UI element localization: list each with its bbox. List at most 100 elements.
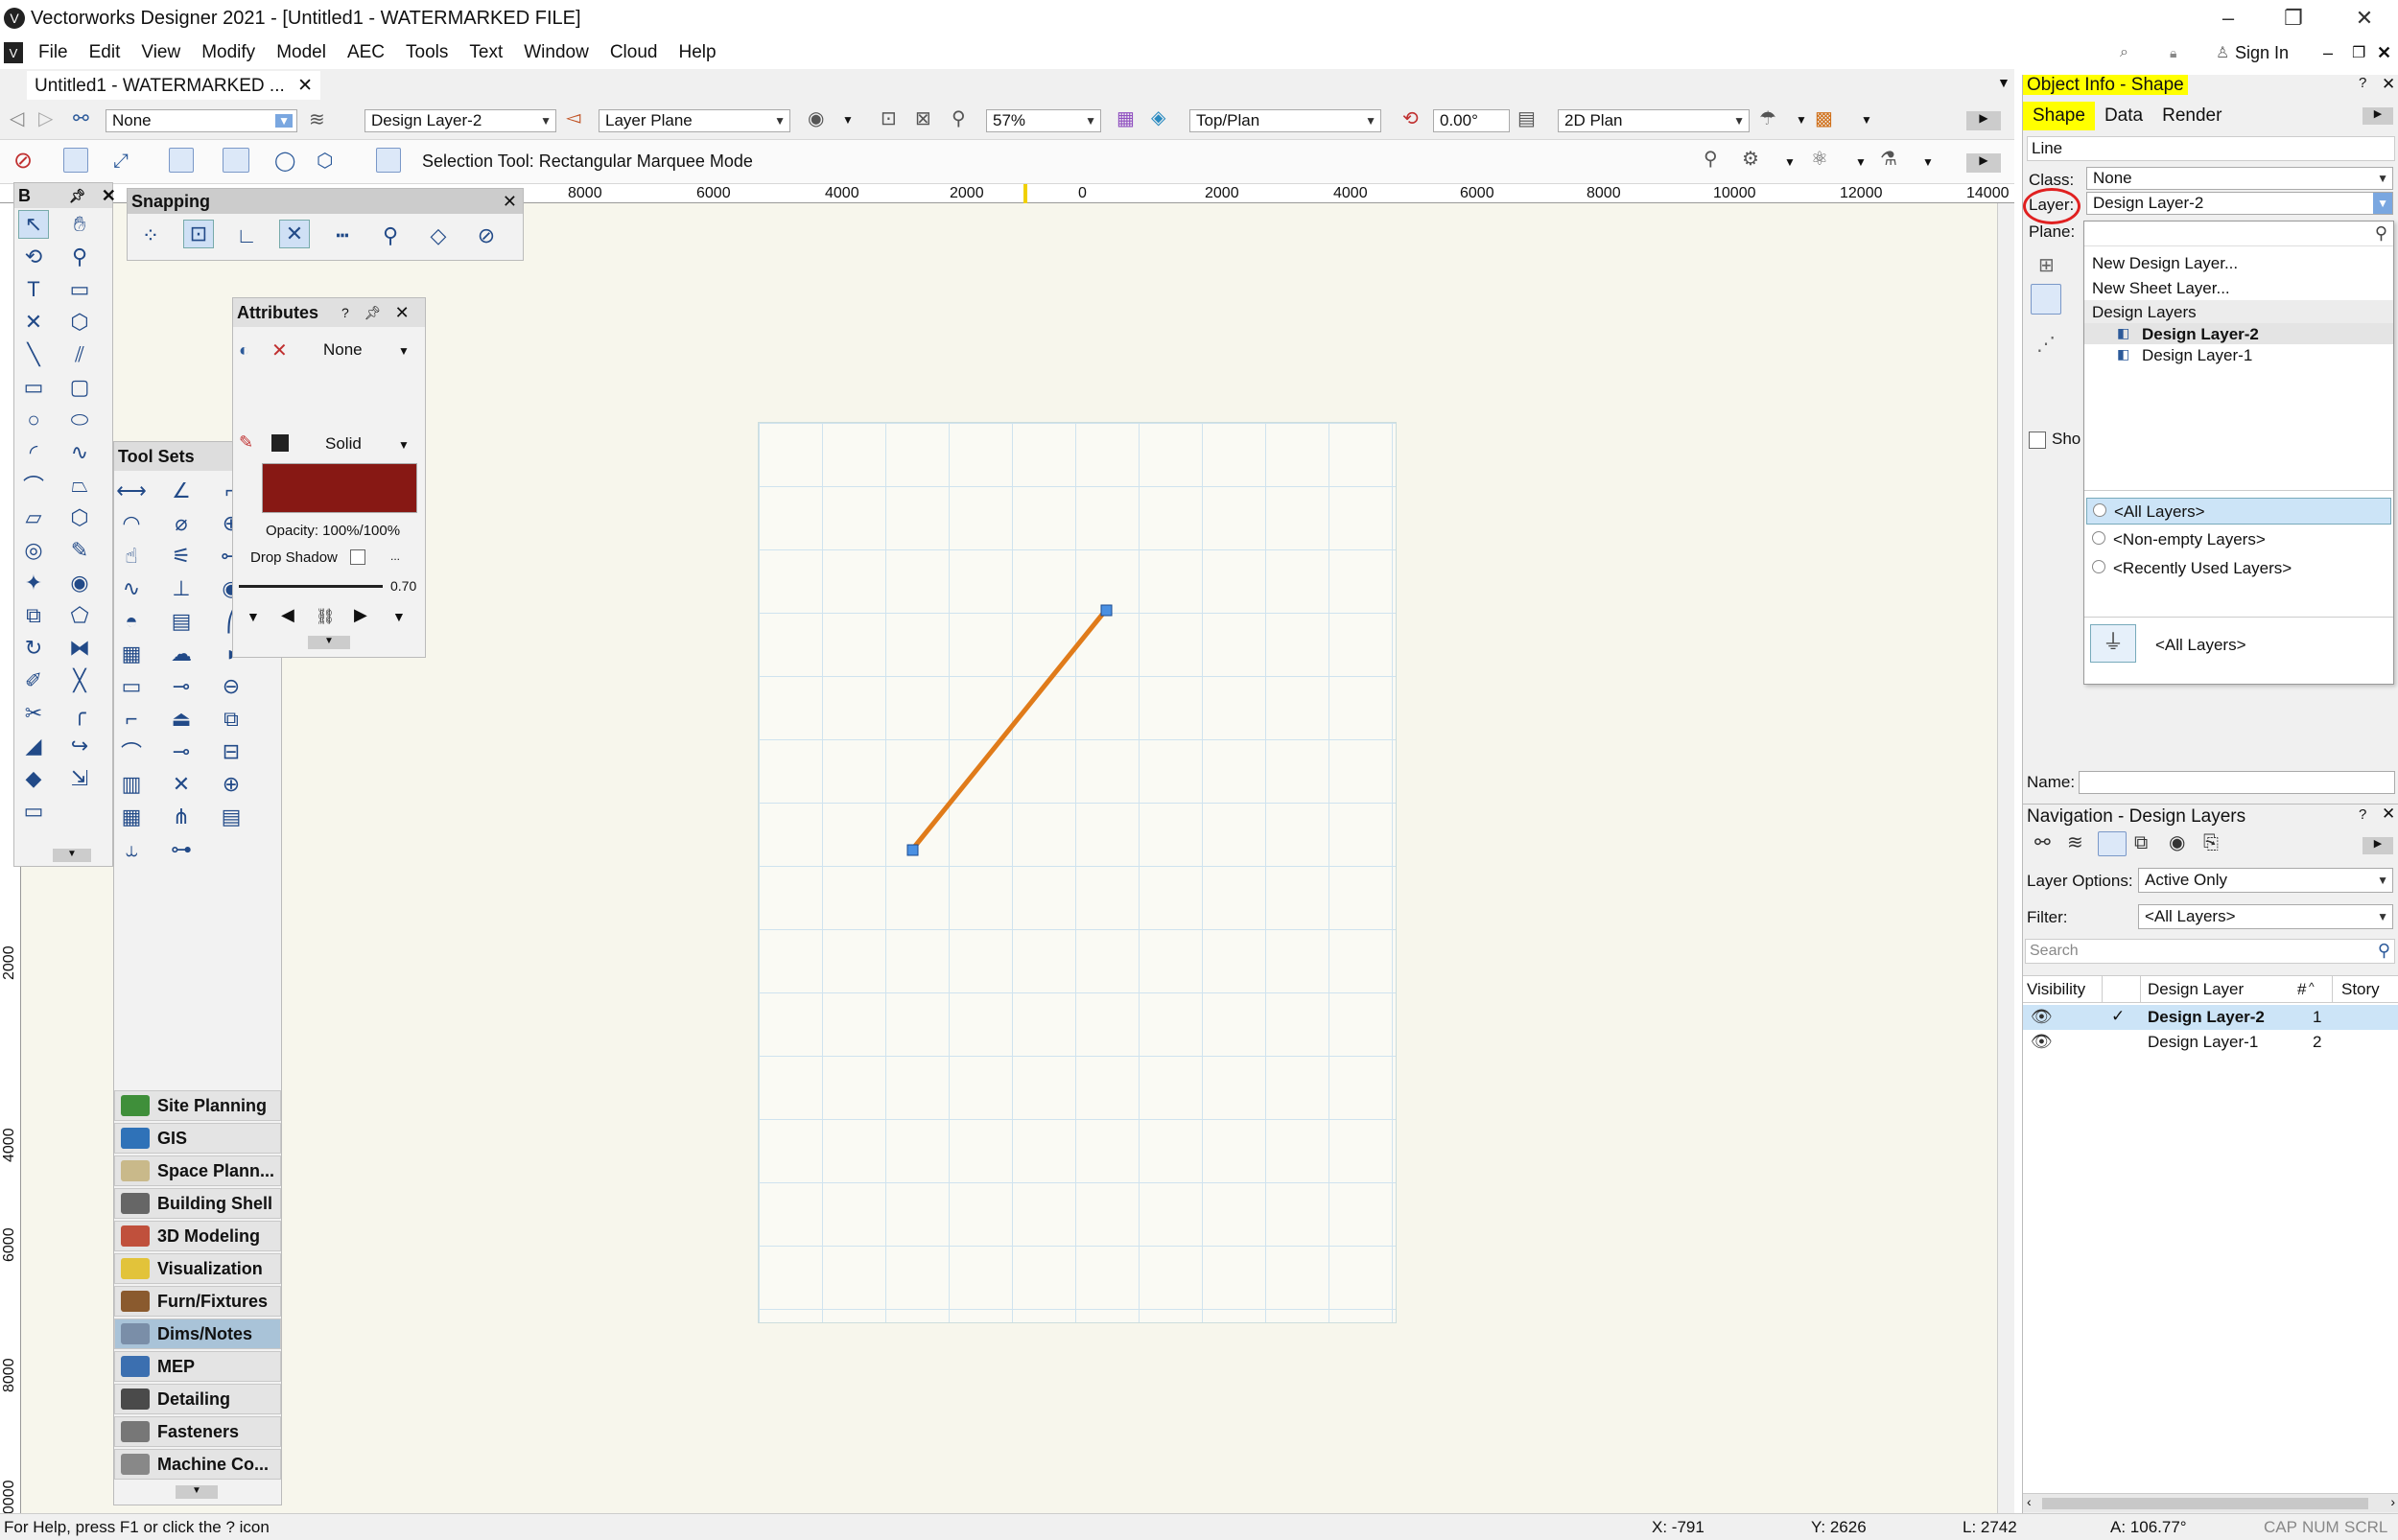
arc-length-tool-icon[interactable]: ◠ xyxy=(116,509,147,538)
legend-tool-icon[interactable]: ▤ xyxy=(216,803,247,831)
drawing-label-tool-icon[interactable]: ▭ xyxy=(116,672,147,701)
doc-minimize-button[interactable]: – xyxy=(2323,43,2333,63)
layer-options-dropdown[interactable]: Active Only ▼ xyxy=(2138,868,2393,893)
menu-edit[interactable]: Edit xyxy=(89,42,121,63)
render-mode-icon[interactable]: ▤ xyxy=(1517,109,1536,128)
toolset-furn-fixtures[interactable]: Furn/Fixtures xyxy=(114,1286,281,1317)
selection-tool-icon[interactable]: ↖ xyxy=(18,210,49,239)
mode-bar-expand-button[interactable]: ▶ xyxy=(1966,153,2001,173)
graphics-arrow-icon[interactable]: ▼ xyxy=(1861,113,1872,127)
pen-icon[interactable]: ✎ xyxy=(239,432,253,453)
table-row[interactable]: 👁︎ ✓ Design Layer-2 1 xyxy=(2023,1005,2398,1030)
menu-model[interactable]: Model xyxy=(276,42,326,63)
vertical-scrollbar[interactable] xyxy=(1997,203,2014,1513)
design-layers-tab-icon[interactable]: ≋ xyxy=(2067,833,2083,852)
filter-settings-icon[interactable]: ⏚ xyxy=(2090,624,2136,663)
drop-shadow-checkbox[interactable] xyxy=(350,549,365,565)
note-tool-icon[interactable]: ▤ xyxy=(166,607,197,636)
layer-item-design-layer-1[interactable]: ◧ Design Layer-1 xyxy=(2084,344,2393,365)
snap-to-angle-icon[interactable]: ∟ xyxy=(231,222,262,250)
lasso-icon[interactable]: ◯ xyxy=(274,152,295,171)
flyover-tool-icon[interactable]: ⟲ xyxy=(18,243,49,271)
split-tool-icon[interactable]: ✐ xyxy=(18,666,49,695)
plane-icon[interactable]: ◅ xyxy=(566,108,580,128)
minimize-button[interactable]: – xyxy=(2195,0,2262,36)
level-tool-icon[interactable]: ⊥ xyxy=(166,574,197,603)
column-number[interactable]: # xyxy=(2297,980,2306,999)
toolsets-expand-button[interactable]: ▼ xyxy=(176,1485,218,1499)
selection-mode-1-button[interactable] xyxy=(63,148,88,173)
line-tool-icon[interactable]: ╲ xyxy=(18,340,49,369)
rotate-plan-icon[interactable]: ⟲ xyxy=(1402,109,1419,128)
callout-box-tool-icon[interactable]: ⧉ xyxy=(216,705,247,734)
trim-tool-icon[interactable]: ✂︎ xyxy=(18,699,49,728)
reference-marker-tool-icon[interactable]: ⊸ xyxy=(166,672,197,701)
origin-icon[interactable]: ⊞ xyxy=(2038,253,2055,277)
visible-eye-icon[interactable]: 👁︎ xyxy=(2031,1007,2053,1027)
spiral-tool-icon[interactable]: ◎ xyxy=(18,536,49,565)
section-line-tool-icon[interactable]: ⥿ xyxy=(116,835,147,864)
tolerance-tool-icon[interactable]: ⊟ xyxy=(216,737,247,766)
new-design-layer-item[interactable]: New Design Layer... xyxy=(2092,254,2238,273)
view-dropdown[interactable]: Top/Plan ▼ xyxy=(1189,109,1381,132)
snap-settings-icon[interactable]: ⚛ xyxy=(1811,150,1828,169)
filter-recently-used-layers[interactable]: <Recently Used Layers> xyxy=(2086,555,2391,582)
help-icon[interactable]: ? xyxy=(2359,75,2366,91)
menu-aec[interactable]: AEC xyxy=(347,42,385,63)
scroll-left-icon[interactable]: ‹ xyxy=(2027,1494,2032,1509)
double-line-polygon-tool-icon[interactable]: ⏥ xyxy=(18,503,49,532)
menu-cloud[interactable]: Cloud xyxy=(610,42,658,63)
crosshair-tool-icon[interactable]: ✕ xyxy=(166,770,197,799)
circle-tool-icon[interactable]: ○ xyxy=(18,406,49,434)
menu-tools[interactable]: Tools xyxy=(406,42,448,63)
rotate-tool-icon[interactable]: ↻ xyxy=(18,634,49,663)
help-icon[interactable]: ? xyxy=(341,305,349,320)
connect-tool-icon[interactable]: ╳ xyxy=(64,666,95,695)
object-info-expand-button[interactable]: ▶ xyxy=(2363,107,2393,125)
rectangle-tool-icon[interactable]: ▭ xyxy=(18,373,49,402)
layer-dropdown[interactable]: Design Layer-2 ▼ xyxy=(364,109,556,132)
detail-tool-icon[interactable]: ⌒ xyxy=(116,737,147,766)
menu-help[interactable]: Help xyxy=(678,42,716,63)
restore-button[interactable]: ❐ xyxy=(2260,0,2327,36)
search-icon[interactable]: ⌕ xyxy=(2120,44,2128,61)
render-mode-dropdown[interactable]: 2D Plan ▼ xyxy=(1558,109,1750,132)
toolset-machine-components[interactable]: Machine Co... xyxy=(114,1449,281,1480)
menu-text[interactable]: Text xyxy=(469,42,503,63)
pen-style-arrow-icon[interactable]: ▼ xyxy=(398,438,410,452)
scroll-right-icon[interactable]: › xyxy=(2390,1494,2395,1509)
saved-views-tab-icon[interactable]: ◉ xyxy=(2169,833,2185,852)
visible-eye-icon[interactable]: 👁︎ xyxy=(2031,1032,2053,1052)
references-tab-icon[interactable]: ⎘ xyxy=(2203,833,2219,852)
new-sheet-layer-item[interactable]: New Sheet Layer... xyxy=(2092,279,2230,298)
tab-menu-arrow-icon[interactable]: ▼ xyxy=(1997,75,2010,90)
sheet-layers-tab-icon[interactable] xyxy=(2098,831,2127,856)
toolset-space-planning[interactable]: Space Plann... xyxy=(114,1155,281,1186)
show-checkbox[interactable] xyxy=(2029,432,2046,449)
stair-tool-icon[interactable]: ⌐ xyxy=(116,705,147,734)
toolset-fasteners[interactable]: Fasteners xyxy=(114,1416,281,1447)
text-tool-icon[interactable]: T xyxy=(18,275,49,304)
rotation-field[interactable]: 0.00° xyxy=(1433,109,1510,132)
viewports-tab-icon[interactable]: ⧉ xyxy=(2134,833,2148,852)
endpoint-icon[interactable]: ⋰ xyxy=(2036,332,2056,356)
toolset-detailing[interactable]: Detailing xyxy=(114,1384,281,1414)
toolset-building-shell[interactable]: Building Shell xyxy=(114,1188,281,1219)
title-block-tool-icon[interactable]: ▥ xyxy=(116,770,147,799)
filter-dropdown[interactable]: <All Layers> ▼ xyxy=(2138,904,2393,929)
selection-mode-3-button[interactable] xyxy=(169,148,194,173)
view-cube-icon[interactable]: ◈ xyxy=(1151,108,1165,128)
fill-style-value[interactable]: None xyxy=(323,340,363,360)
oval-tool-icon[interactable]: ⬭ xyxy=(64,406,95,434)
datum-tool-icon[interactable]: ⚟ xyxy=(166,542,197,571)
polygon-tool-icon[interactable]: ⏢ xyxy=(64,471,95,500)
line-weight-preview[interactable] xyxy=(239,585,383,588)
graphics-icon[interactable]: ▩ xyxy=(1815,109,1833,128)
back-icon[interactable]: ◁ xyxy=(10,109,24,128)
double-line-tool-icon[interactable]: ⫽ xyxy=(64,340,95,369)
scroll-thumb[interactable] xyxy=(2042,1498,2368,1509)
offset-tool-icon[interactable]: ⧉ xyxy=(18,601,49,630)
unlock-icon[interactable]: ⊘ xyxy=(13,150,33,173)
weld-tool-icon[interactable]: ⊸ xyxy=(166,737,197,766)
layer-field[interactable]: Design Layer-2 ▼ xyxy=(2086,192,2393,215)
